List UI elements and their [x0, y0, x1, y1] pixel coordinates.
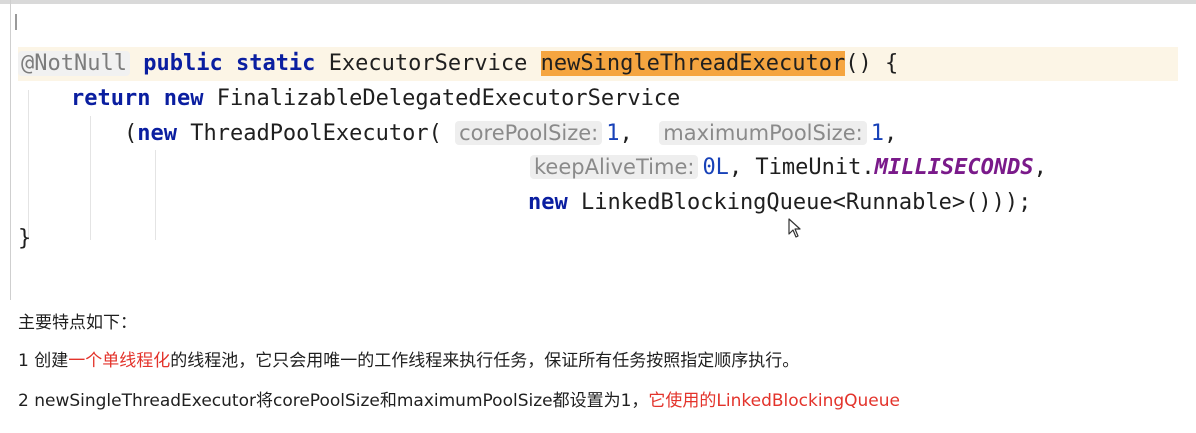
keyword-new: new	[528, 190, 568, 215]
notes-item-2: 2 newSingleThreadExecutor将corePoolSize和m…	[18, 386, 900, 411]
code-line-signature[interactable]: @NotNull public static ExecutorService n…	[18, 47, 1178, 81]
editor-left-edge	[10, 0, 11, 300]
closing-brace: }	[18, 226, 32, 251]
param-hint-maximum-pool-size: maximumPoolSize:	[659, 121, 867, 145]
item2-highlight: 它使用的LinkedBlockingQueue	[648, 391, 900, 411]
code-line-queue[interactable]: new LinkedBlockingQueue<Runnable>()));	[528, 186, 1031, 220]
arrow-cursor-icon	[788, 218, 801, 238]
annotation-notnull: @NotNull	[18, 51, 130, 76]
timeunit-prefix: , TimeUnit.	[728, 155, 875, 180]
keyword-new: new	[163, 86, 204, 111]
top-border	[0, 0, 1196, 4]
param-hint-core-pool-size: corePoolSize:	[455, 121, 603, 145]
code-line-return[interactable]: return new FinalizableDelegatedExecutorS…	[18, 82, 680, 116]
item2-text: 2 newSingleThreadExecutor将corePoolSize和m…	[18, 391, 649, 411]
comma: ,	[619, 121, 647, 146]
return-type: ExecutorService	[328, 51, 528, 76]
open-paren: (	[123, 121, 138, 146]
notes-heading: 主要特点如下：	[18, 313, 137, 333]
signature-tail: () {	[845, 51, 899, 76]
method-name-selection[interactable]: newSingleThreadExecutor	[540, 51, 846, 76]
queue-expression: LinkedBlockingQueue<Runnable>()));	[581, 190, 1032, 215]
keyword-new: new	[137, 121, 177, 146]
timeunit-constant: MILLISECONDS	[874, 155, 1034, 180]
code-line-close[interactable]: }	[18, 222, 31, 256]
comma: ,	[1033, 155, 1047, 180]
item1-highlight: 一个单线程化	[68, 351, 171, 371]
wrapper-class-name: FinalizableDelegatedExecutorService	[216, 86, 681, 111]
code-line-constructor[interactable]: (new ThreadPoolExecutor( corePoolSize: 1,…	[18, 116, 897, 150]
keyword-static: static	[235, 51, 316, 76]
keyword-return: return	[70, 86, 151, 111]
notes-item-1: 1 创建一个单线程化的线程池，它只会用唯一的工作线程来执行任务，保证所有任务按照…	[18, 346, 799, 371]
item1-prefix: 1 创建	[18, 351, 69, 371]
code-editor[interactable]: @NotNull public static ExecutorService n…	[18, 44, 1188, 264]
param-hint-keep-alive-time: keepAliveTime:	[530, 155, 699, 179]
core-pool-size-value: 1	[606, 121, 620, 146]
constructor-name: ThreadPoolExecutor(	[190, 121, 442, 146]
code-line-keepalive[interactable]: keepAliveTime: 0L, TimeUnit.MILLISECONDS,	[530, 150, 1047, 184]
text-caret	[15, 14, 17, 30]
maximum-pool-size-value: 1	[870, 121, 884, 146]
comma: ,	[883, 121, 898, 146]
item1-rest: 的线程池，它只会用唯一的工作线程来执行任务，保证所有任务按照指定顺序执行。	[170, 351, 800, 371]
keyword-public: public	[143, 51, 223, 76]
keep-alive-value: 0L	[702, 155, 729, 180]
indent-guide	[155, 150, 156, 240]
